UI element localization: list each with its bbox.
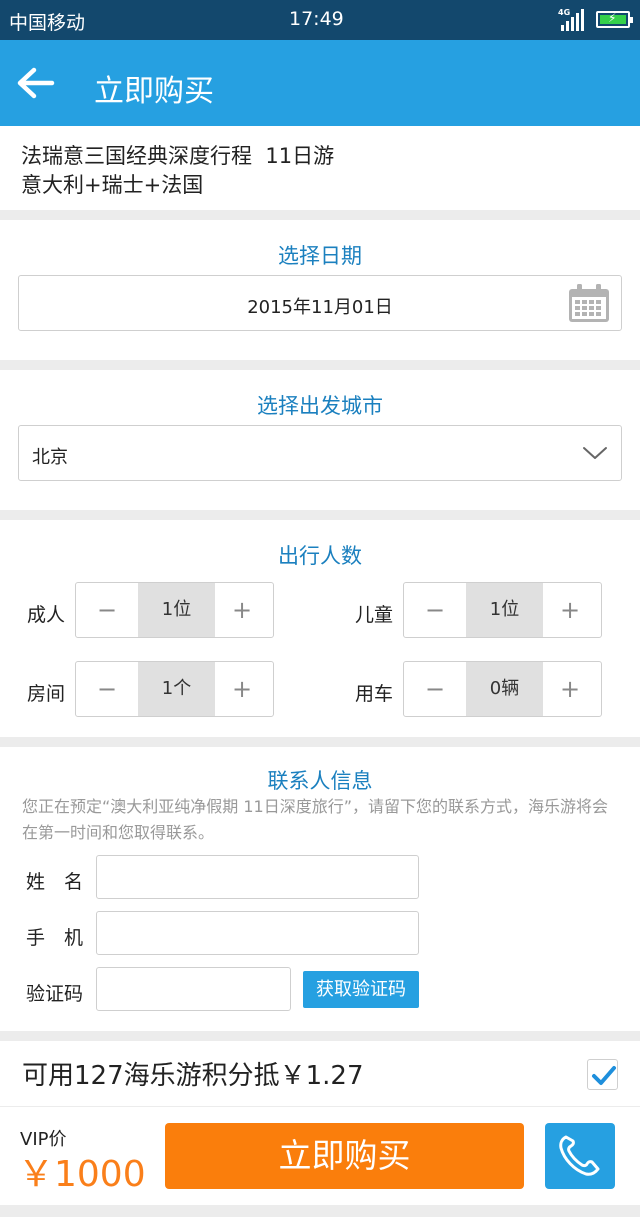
chevron-down-icon: [583, 447, 607, 459]
date-section: 选择日期 2015年11月01日: [0, 220, 640, 360]
car-label: 用车: [355, 683, 394, 705]
date-section-title: 选择日期: [278, 244, 362, 268]
verification-code-input[interactable]: [96, 967, 291, 1011]
signal-icon: 4G: [558, 8, 586, 31]
product-summary: 法瑞意三国经典深度行程 11日游 意大利+瑞士+法国: [0, 126, 640, 210]
get-code-button[interactable]: 获取验证码: [303, 971, 419, 1008]
room-count: 1个: [138, 662, 215, 716]
clock: 17:49: [289, 8, 344, 30]
product-route: 意大利+瑞士+法国: [21, 173, 204, 197]
contact-section-title: 联系人信息: [267, 769, 373, 793]
product-name: 法瑞意三国经典深度行程 11日游: [21, 144, 335, 168]
car-count: 0辆: [466, 662, 543, 716]
selected-date: 2015年11月01日: [247, 297, 393, 318]
child-plus-button[interactable]: +: [539, 583, 601, 637]
room-plus-button[interactable]: +: [211, 662, 273, 716]
battery-icon: ⚡: [596, 11, 633, 28]
car-minus-button[interactable]: −: [404, 662, 466, 716]
contact-note: 您正在预定“澳大利亚纯净假期 11日深度旅行”，请留下您的联系方式，海乐游将会在…: [22, 797, 609, 842]
car-stepper: − 0辆 +: [403, 661, 602, 717]
child-stepper: − 1位 +: [403, 582, 602, 638]
child-count: 1位: [466, 583, 543, 637]
status-bar: 中国移动 17:49 4G ⚡: [0, 0, 640, 40]
purchase-footer: VIP价 ￥1000 立即购买: [0, 1107, 640, 1205]
name-input[interactable]: [96, 855, 419, 899]
points-checkbox[interactable]: [587, 1059, 618, 1090]
selected-city: 北京: [32, 447, 68, 468]
calendar-icon[interactable]: [568, 283, 610, 323]
departure-city-section: 选择出发城市 北京: [0, 370, 640, 510]
adult-label: 成人: [27, 604, 66, 626]
buy-now-button[interactable]: 立即购买: [165, 1123, 524, 1189]
departure-city-select[interactable]: 北京: [18, 425, 622, 481]
child-label: 儿童: [355, 604, 394, 626]
name-label: 姓 名: [26, 871, 84, 893]
phone-label: 手 机: [26, 927, 84, 949]
app-bar: 立即购买: [0, 40, 640, 126]
adult-count: 1位: [138, 583, 215, 637]
adult-minus-button[interactable]: −: [76, 583, 138, 637]
carrier-label: 中国移动: [9, 12, 86, 34]
room-minus-button[interactable]: −: [76, 662, 138, 716]
adult-plus-button[interactable]: +: [211, 583, 273, 637]
room-stepper: − 1个 +: [75, 661, 274, 717]
adult-stepper: − 1位 +: [75, 582, 274, 638]
points-discount-text: 可用127海乐游积分抵￥1.27: [22, 1061, 364, 1091]
points-discount-row: 可用127海乐游积分抵￥1.27: [0, 1041, 640, 1106]
page-title: 立即购买: [94, 74, 214, 109]
vip-price: ￥1000: [18, 1154, 146, 1195]
child-minus-button[interactable]: −: [404, 583, 466, 637]
code-label: 验证码: [26, 983, 84, 1005]
city-section-title: 选择出发城市: [257, 394, 383, 418]
checkmark-icon: [592, 1066, 616, 1085]
phone-icon: [559, 1135, 600, 1176]
contact-section: 联系人信息 您正在预定“澳大利亚纯净假期 11日深度旅行”，请留下您的联系方式，…: [0, 747, 640, 1031]
date-picker[interactable]: 2015年11月01日: [18, 275, 622, 331]
travelers-section: 出行人数 成人 − 1位 + 儿童 − 1位 + 房间 − 1个 + 用车 − …: [0, 520, 640, 737]
car-plus-button[interactable]: +: [539, 662, 601, 716]
phone-input[interactable]: [96, 911, 419, 955]
travelers-section-title: 出行人数: [278, 544, 362, 568]
room-label: 房间: [27, 683, 66, 705]
network-type: 4G: [558, 8, 571, 17]
call-button[interactable]: [545, 1123, 615, 1189]
back-arrow-icon[interactable]: [16, 66, 56, 100]
